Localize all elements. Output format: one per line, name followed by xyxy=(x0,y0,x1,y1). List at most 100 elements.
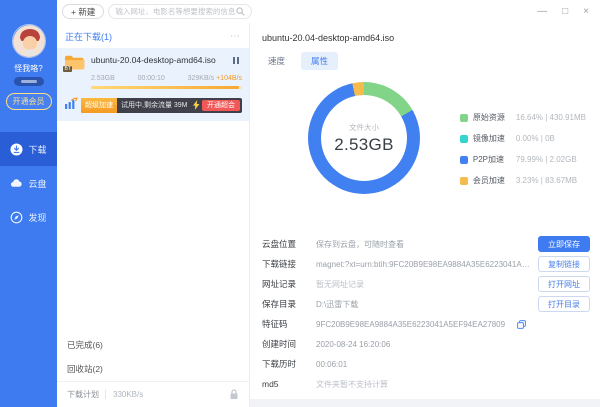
sidebar-item-download[interactable]: 下载 xyxy=(0,132,57,166)
topbar: + 新建 — □ × xyxy=(57,0,600,23)
download-item-top: BT ubuntu-20.04-desktop-amd64.iso xyxy=(64,53,242,71)
detail-row-label: 特征码 xyxy=(262,318,316,330)
legend-swatch xyxy=(460,156,468,164)
detail-row-label: 网址记录 xyxy=(262,278,316,290)
legend-item: P2P加速 79.99% | 2.02GB xyxy=(460,154,586,165)
detail-row: 下载历时00:06:01 xyxy=(262,354,590,374)
download-speed: 329KB/s xyxy=(188,75,214,82)
promo-banner: 超级加速 试用中,剩余流量 39M 开通超会 xyxy=(81,98,242,113)
promo-tag: 超级加速 xyxy=(81,98,117,113)
chart-legend: 原始资源16.64% | 430.91MB 镜像加速0.00% | 0B P2P加速… xyxy=(460,112,586,196)
boost-speed: +104B/s xyxy=(216,75,242,82)
legend-stat: 79.99% | 2.02GB xyxy=(516,155,577,164)
detail-row-action-button[interactable]: 打开网址 xyxy=(538,276,590,292)
more-options-icon[interactable]: ⋯ xyxy=(230,34,241,39)
speedup-icon xyxy=(64,96,78,114)
detail-row-value: 00:06:01 xyxy=(316,360,590,369)
legend-name: 会员加速 xyxy=(473,175,510,186)
minimize-button[interactable]: — xyxy=(537,7,547,17)
bottom-strip xyxy=(250,399,600,407)
detail-row: md5文件夹暂不支持计算 xyxy=(262,374,590,394)
sidebar: 怪我咯? 开通会员 下载云盘发现 xyxy=(0,0,57,407)
file-size-value: 2.53GB xyxy=(334,135,393,155)
sidebar-nav: 下载云盘发现 xyxy=(0,132,57,234)
detail-row-action-button[interactable]: 复制链接 xyxy=(538,256,590,272)
detail-title: ubuntu-20.04-desktop-amd64.iso xyxy=(250,23,600,43)
download-icon xyxy=(10,143,23,156)
donut-center: 文件大小 2.53GB xyxy=(308,82,420,194)
window-controls: — □ × xyxy=(537,7,589,17)
download-progress-bar xyxy=(91,86,242,89)
detail-row-label: 下载链接 xyxy=(262,258,316,270)
detail-row-action-button[interactable]: 立即保存 xyxy=(538,236,590,252)
lightning-icon xyxy=(193,100,200,110)
download-item-meta: 2.53GB 00:00:10 329KB/s +104B/s xyxy=(91,75,242,82)
detail-row-action-button[interactable]: 打开目录 xyxy=(538,296,590,312)
avatar[interactable] xyxy=(12,24,46,58)
file-size-label: 文件大小 xyxy=(349,122,379,133)
detail-row-label: 保存目录 xyxy=(262,298,316,310)
promo-row: 超级加速 试用中,剩余流量 39M 开通超会 xyxy=(64,96,242,114)
detail-row-value: 保存到云盘，可随时查看 xyxy=(316,239,538,250)
detail-tabs: 速度属性 xyxy=(250,43,600,70)
folder-icon: BT xyxy=(64,54,85,71)
legend-swatch xyxy=(460,135,468,143)
footer-items: 已完成(6)回收站(2) xyxy=(57,333,249,381)
detail-row-label: 创建时间 xyxy=(262,338,316,350)
list-footer: 已完成(6)回收站(2) 下载计划 330KB/s xyxy=(57,333,249,407)
legend-name: 原始资源 xyxy=(473,112,510,123)
list-category-recycle[interactable]: 回收站(2) xyxy=(57,357,249,381)
legend-item: 镜像加速0.00% | 0B xyxy=(460,133,586,144)
search-icon[interactable] xyxy=(236,7,245,16)
upgrade-vip-button[interactable]: 开通超会 xyxy=(202,100,240,111)
maximize-button[interactable]: □ xyxy=(562,7,568,17)
download-plan-label: 下载计划 xyxy=(67,389,99,400)
list-header: 正在下载(1) ⋯ xyxy=(57,23,249,48)
detail-row-label: 下载历时 xyxy=(262,358,316,370)
new-task-button[interactable]: + 新建 xyxy=(62,4,104,19)
close-button[interactable]: × xyxy=(583,7,589,17)
detail-row: 创建时间2020-08-24 16:20:06 xyxy=(262,334,590,354)
detail-row: 特征码9FC20B9E98EA9884A35E6223041A5EF94EA27… xyxy=(262,314,590,334)
elapsed-time: 00:00:10 xyxy=(138,75,165,82)
lock-icon[interactable] xyxy=(229,389,239,400)
list-category-completed[interactable]: 已完成(6) xyxy=(57,333,249,357)
legend-swatch xyxy=(460,114,468,122)
promo-text: 试用中,剩余流量 39M xyxy=(117,100,193,110)
sidebar-item-label: 下载 xyxy=(28,143,46,156)
file-size: 2.53GB xyxy=(91,75,115,82)
tab-speed[interactable]: 速度 xyxy=(258,52,295,70)
detail-row-value: 9FC20B9E98EA9884A35E6223041A5EF94EA27809 xyxy=(316,320,513,329)
detail-row-value: magnet:?xt=urn:btih:9FC20B9E98EA9884A35E… xyxy=(316,260,538,269)
search-input[interactable] xyxy=(115,7,236,16)
sidebar-item-discover[interactable]: 发现 xyxy=(0,200,57,234)
detail-row: 网址记录暂无网址记录打开网址 xyxy=(262,274,590,294)
vip-badge xyxy=(14,77,44,86)
download-plan-row: 下载计划 330KB/s xyxy=(57,381,249,407)
downloading-section-title: 正在下载(1) xyxy=(65,30,112,43)
detail-row: 云盘位置保存到云盘，可随时查看立即保存 xyxy=(262,234,590,254)
username: 怪我咯? xyxy=(0,63,57,74)
pause-button[interactable] xyxy=(233,57,239,64)
sidebar-item-cloud[interactable]: 云盘 xyxy=(0,166,57,200)
legend-name: 镜像加速 xyxy=(473,133,510,144)
legend-item: 原始资源16.64% | 430.91MB xyxy=(460,112,586,123)
legend-name: P2P加速 xyxy=(473,154,510,165)
detail-row-value: 暂无网址记录 xyxy=(316,279,538,290)
cloud-icon xyxy=(10,177,23,190)
detail-row: 下载链接magnet:?xt=urn:btih:9FC20B9E98EA9884… xyxy=(262,254,590,274)
bt-badge: BT xyxy=(63,66,72,72)
download-item[interactable]: BT ubuntu-20.04-desktop-amd64.iso 2.53GB… xyxy=(57,48,249,121)
download-progress-fill xyxy=(91,86,239,89)
detail-row-label: 云盘位置 xyxy=(262,238,316,250)
detail-row-value: D:\迅雷下载 xyxy=(316,299,538,310)
copy-icon[interactable] xyxy=(517,320,526,329)
avatar-image xyxy=(13,25,46,58)
open-membership-button[interactable]: 开通会员 xyxy=(6,93,52,110)
tab-properties[interactable]: 属性 xyxy=(301,52,338,70)
chart-area: 文件大小 2.53GB 原始资源16.64% | 430.91MB 镜像加速0.0… xyxy=(250,74,600,224)
legend-item: 会员加速 3.23% | 83.67MB xyxy=(460,175,586,186)
legend-stat: 3.23% | 83.67MB xyxy=(516,176,577,185)
detail-rows: 云盘位置保存到云盘，可随时查看立即保存下载链接magnet:?xt=urn:bt… xyxy=(250,234,600,394)
sidebar-item-label: 云盘 xyxy=(28,177,46,190)
